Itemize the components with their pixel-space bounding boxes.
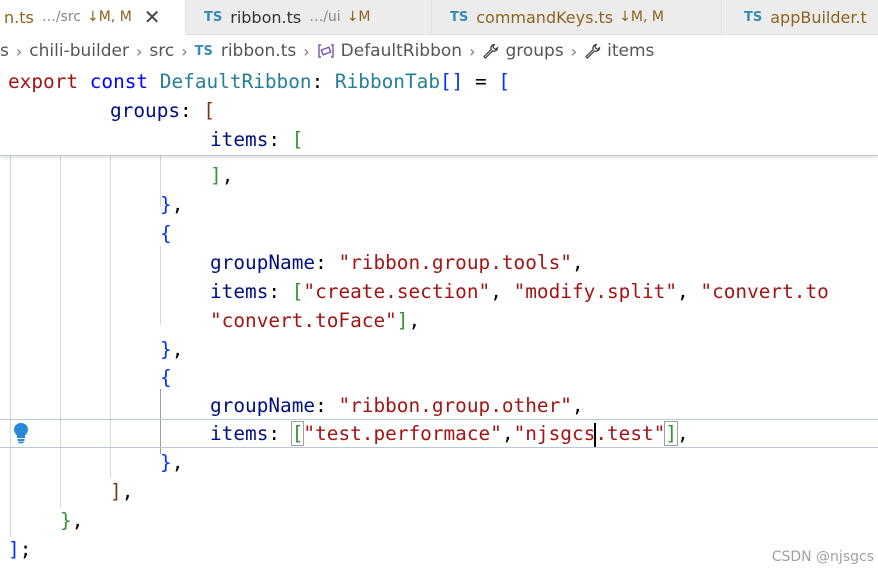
- chevron-right-icon: ›: [15, 41, 23, 61]
- code-line: },: [160, 338, 184, 361]
- breadcrumb-item-items[interactable]: items: [584, 41, 654, 61]
- tab-description: …/src: [41, 9, 81, 25]
- typescript-icon: TS: [450, 9, 469, 25]
- property-groupname: groupName: [210, 251, 316, 274]
- code-editor[interactable]: export const DefaultRibbon: RibbonTab[] …: [0, 67, 878, 570]
- lightbulb-icon[interactable]: [12, 422, 30, 444]
- chevron-right-icon: ›: [181, 41, 188, 61]
- property-groups: groups: [110, 99, 181, 122]
- code-line: ],: [210, 164, 234, 187]
- code-line: groupName: "ribbon.group.tools",: [210, 251, 584, 274]
- string-literal: "create.section": [303, 280, 491, 303]
- keyword-export: export: [8, 70, 79, 93]
- tab-active-file[interactable]: n.ts …/src ↓M, M ✕: [0, 0, 186, 35]
- bracket-match: ]: [664, 421, 679, 446]
- chevron-right-icon: ›: [135, 41, 143, 61]
- chevron-right-icon: ›: [570, 41, 578, 61]
- breadcrumb-label: DefaultRibbon: [340, 41, 463, 61]
- string-literal: "modify.split": [513, 280, 678, 303]
- property-items: items: [210, 128, 269, 151]
- code-line: },: [60, 509, 84, 532]
- tab-label: n.ts: [4, 7, 34, 27]
- breadcrumb-label: items: [607, 41, 655, 61]
- string-literal: "convert.toFace": [210, 309, 397, 332]
- tab-git-status: ↓M, M: [87, 9, 132, 25]
- bracket-match: [: [290, 421, 305, 446]
- typescript-icon: TS: [204, 9, 223, 25]
- string-literal: "ribbon.group.tools": [338, 251, 572, 274]
- code-line: groups: [: [110, 99, 216, 122]
- code-line: "convert.toFace"],: [210, 309, 421, 332]
- code-line: ],: [110, 480, 134, 503]
- breadcrumb-item-symbol[interactable]: DefaultRibbon: [317, 41, 462, 61]
- tab-bar: n.ts …/src ↓M, M ✕ TS ribbon.ts …/ui ↓M …: [0, 0, 878, 35]
- wrench-icon: [483, 43, 499, 59]
- breadcrumb-label: groups: [505, 41, 564, 61]
- indent-guide: [10, 155, 11, 537]
- tab-commandkeys-ts[interactable]: TS commandKeys.ts ↓M, M: [432, 0, 722, 35]
- code-line: export const DefaultRibbon: RibbonTab[] …: [8, 70, 511, 93]
- typescript-icon: TS: [194, 43, 213, 59]
- tab-label: appBuilder.t: [770, 7, 867, 27]
- breadcrumb-item-chili-builder[interactable]: chili-builder: [29, 41, 129, 61]
- keyword-const: const: [89, 70, 149, 93]
- string-literal: "test.performace": [303, 422, 502, 445]
- type-name: RibbonTab: [334, 70, 440, 93]
- variable-symbol-icon: [317, 44, 334, 58]
- code-line: ];: [8, 538, 32, 561]
- tab-description: …/ui: [309, 9, 341, 25]
- breadcrumb-item-src[interactable]: src: [149, 41, 174, 61]
- tab-git-status: ↓M: [346, 9, 371, 25]
- code-line-current: items: ["test.performace","njsgcs.test"]…: [210, 421, 689, 447]
- code-line: },: [160, 193, 184, 216]
- typescript-icon: TS: [744, 9, 763, 25]
- indent-guide: [160, 246, 161, 325]
- indent-guide: [60, 155, 61, 507]
- code-line: },: [160, 451, 184, 474]
- chevron-right-icon: ›: [469, 41, 476, 61]
- chevron-right-icon: ›: [303, 41, 310, 61]
- code-line: items: [: [210, 128, 304, 151]
- string-literal: "convert.to: [700, 280, 829, 303]
- string-literal: .test": [595, 422, 666, 445]
- code-line: items: ["create.section", "modify.split"…: [210, 280, 829, 303]
- code-line: {: [160, 366, 172, 389]
- breadcrumb-item-file[interactable]: TS ribbon.ts: [195, 41, 297, 61]
- property-groupname: groupName: [210, 394, 316, 417]
- close-icon[interactable]: ✕: [144, 7, 161, 27]
- property-items: items: [210, 422, 269, 445]
- breadcrumb-label: ribbon.ts: [220, 41, 297, 61]
- tab-label: commandKeys.ts: [476, 7, 614, 27]
- breadcrumb: s › chili-builder › src › TS ribbon.ts ›…: [0, 35, 878, 67]
- breadcrumb-item[interactable]: s: [0, 41, 9, 61]
- watermark: CSDN @njsgcs: [771, 549, 874, 565]
- tab-ribbon-ts[interactable]: TS ribbon.ts …/ui ↓M: [186, 0, 432, 35]
- symbol-name: DefaultRibbon: [159, 70, 312, 93]
- code-line: groupName: "ribbon.group.other",: [210, 394, 584, 417]
- string-literal: "ribbon.group.other": [338, 394, 572, 417]
- tab-git-status: ↓M, M: [619, 9, 664, 25]
- tab-label: ribbon.ts: [230, 7, 302, 27]
- tab-appbuilder-ts[interactable]: TS appBuilder.t: [722, 0, 878, 35]
- code-line: {: [160, 222, 172, 245]
- sticky-scroll: export const DefaultRibbon: RibbonTab[] …: [0, 67, 878, 156]
- wrench-icon: [585, 43, 601, 59]
- string-literal: "njsgcs: [513, 422, 596, 445]
- property-items: items: [210, 280, 269, 303]
- breadcrumb-item-groups[interactable]: groups: [482, 41, 564, 61]
